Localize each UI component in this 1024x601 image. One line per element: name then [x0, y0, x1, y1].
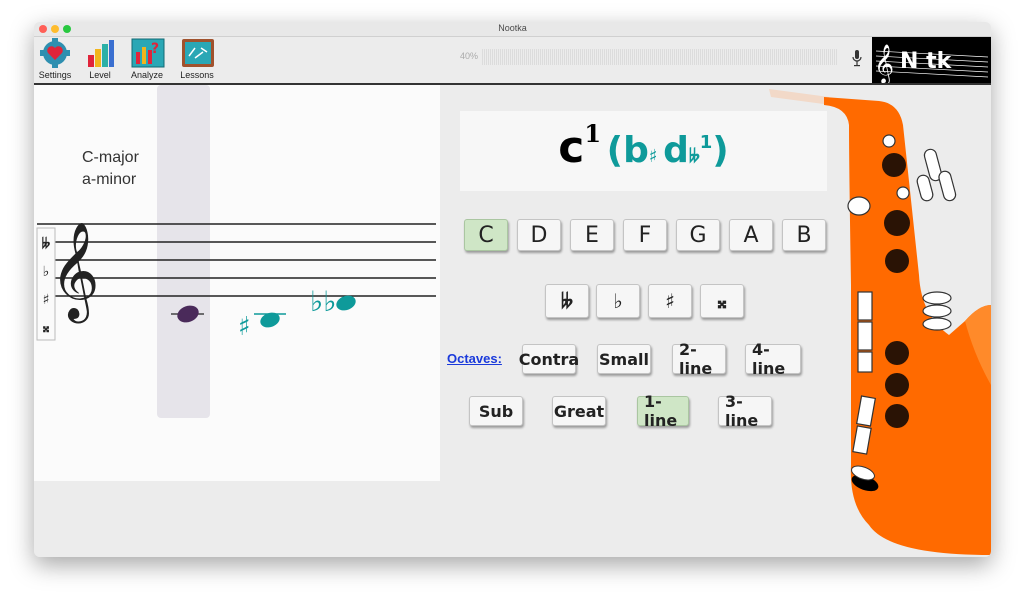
octaves-link[interactable]: Octaves: [447, 351, 502, 366]
lessons-button[interactable]: Lessons [175, 38, 219, 82]
level-icon [84, 38, 116, 68]
enharmonic-note-d-double-flat: ♭♭ [310, 285, 356, 318]
palette-double-sharp-icon[interactable]: 𝄪 [37, 314, 55, 342]
volume-slider[interactable] [482, 49, 838, 65]
saxophone-instrument[interactable] [769, 85, 991, 557]
main-note-octave: 1 [584, 119, 602, 148]
alt-note-2-octave: 1 [699, 132, 713, 153]
lessons-icon [181, 38, 214, 68]
key-minor: a-minor [82, 171, 137, 188]
score-view[interactable]: 𝄞 ♯ ♭♭ C-major a-minor 𝄫 ♭ ♯ 𝄪 [34, 85, 440, 481]
main-note-letter: c [558, 122, 585, 173]
octave-sub-button[interactable]: Sub [469, 396, 523, 426]
note-cursor-column [157, 85, 210, 418]
alt-note-1-letter: b [623, 130, 649, 171]
octave-great-button[interactable]: Great [552, 396, 606, 426]
settings-label: Settings [38, 70, 72, 80]
palette-sharp-icon[interactable]: ♯ [37, 286, 55, 314]
octave-small-button[interactable]: Small [597, 344, 651, 374]
note-button-d[interactable]: D [517, 219, 561, 251]
title-bar: Nootka [34, 22, 991, 37]
window-title: Nootka [498, 23, 527, 33]
note-button-c[interactable]: C [464, 219, 508, 251]
alt-note-2-accidental: 𝄫 [688, 146, 700, 167]
key-major: C-major [82, 149, 139, 166]
treble-clef-icon: 𝄞 [50, 221, 100, 323]
analyze-icon: ? [131, 38, 165, 68]
octave-3-line-button[interactable]: 3-line [718, 392, 772, 430]
svg-text:?: ? [151, 41, 159, 57]
analyze-button[interactable]: ? Analyze [125, 38, 169, 82]
settings-button[interactable]: Settings [34, 38, 77, 82]
logo-text: N tk [900, 49, 953, 74]
double-flat-button[interactable]: 𝄫 [545, 284, 589, 318]
double-sharp-button[interactable]: 𝄪 [700, 284, 744, 318]
close-paren: ) [712, 130, 729, 171]
open-paren: ( [606, 130, 624, 171]
note-button-a[interactable]: A [729, 219, 773, 251]
analyze-label: Analyze [130, 70, 164, 80]
settings-icon [39, 38, 71, 68]
svg-text:♭♭: ♭♭ [310, 285, 336, 318]
flat-button[interactable]: ♭ [596, 284, 640, 318]
level-button[interactable]: Level [78, 38, 122, 82]
sharp-button[interactable]: ♯ [648, 284, 692, 318]
main-area: 𝄞 ♯ ♭♭ C-major a-minor 𝄫 ♭ ♯ 𝄪 c1 (b♯ d𝄫… [34, 85, 991, 557]
octave-contra-button[interactable]: Contra [519, 344, 579, 374]
lessons-label: Lessons [180, 70, 214, 80]
palette-double-flat-icon[interactable]: 𝄫 [37, 230, 55, 258]
toolbar: Settings Level ? Analyze Lessons 40% 𝄞 N… [34, 37, 991, 85]
level-label: Level [89, 70, 111, 80]
note-button-f[interactable]: F [623, 219, 667, 251]
note-button-e[interactable]: E [570, 219, 614, 251]
octave-2-line-button[interactable]: 2-line [672, 340, 726, 378]
note-button-g[interactable]: G [676, 219, 720, 251]
enharmonic-note-b-sharp: ♯ [238, 312, 286, 342]
volume-level: 40% [460, 51, 479, 61]
nootka-logo: 𝄞 N tk [872, 37, 991, 85]
svg-text:♯: ♯ [238, 312, 251, 342]
alt-note-2-letter: d [663, 130, 689, 171]
alt-note-1-accidental: ♯ [648, 146, 658, 167]
key-signature-label: C-major a-minor [82, 147, 139, 191]
svg-text:𝄞: 𝄞 [874, 44, 894, 83]
palette-items: 𝄫 ♭ ♯ 𝄪 [37, 230, 55, 342]
octave-1-line-button[interactable]: 1-line [637, 392, 689, 430]
palette-flat-icon[interactable]: ♭ [37, 258, 55, 286]
app-window: Nootka Settings Level ? Analyze Lessons … [34, 22, 991, 557]
microphone-icon[interactable] [852, 49, 862, 67]
